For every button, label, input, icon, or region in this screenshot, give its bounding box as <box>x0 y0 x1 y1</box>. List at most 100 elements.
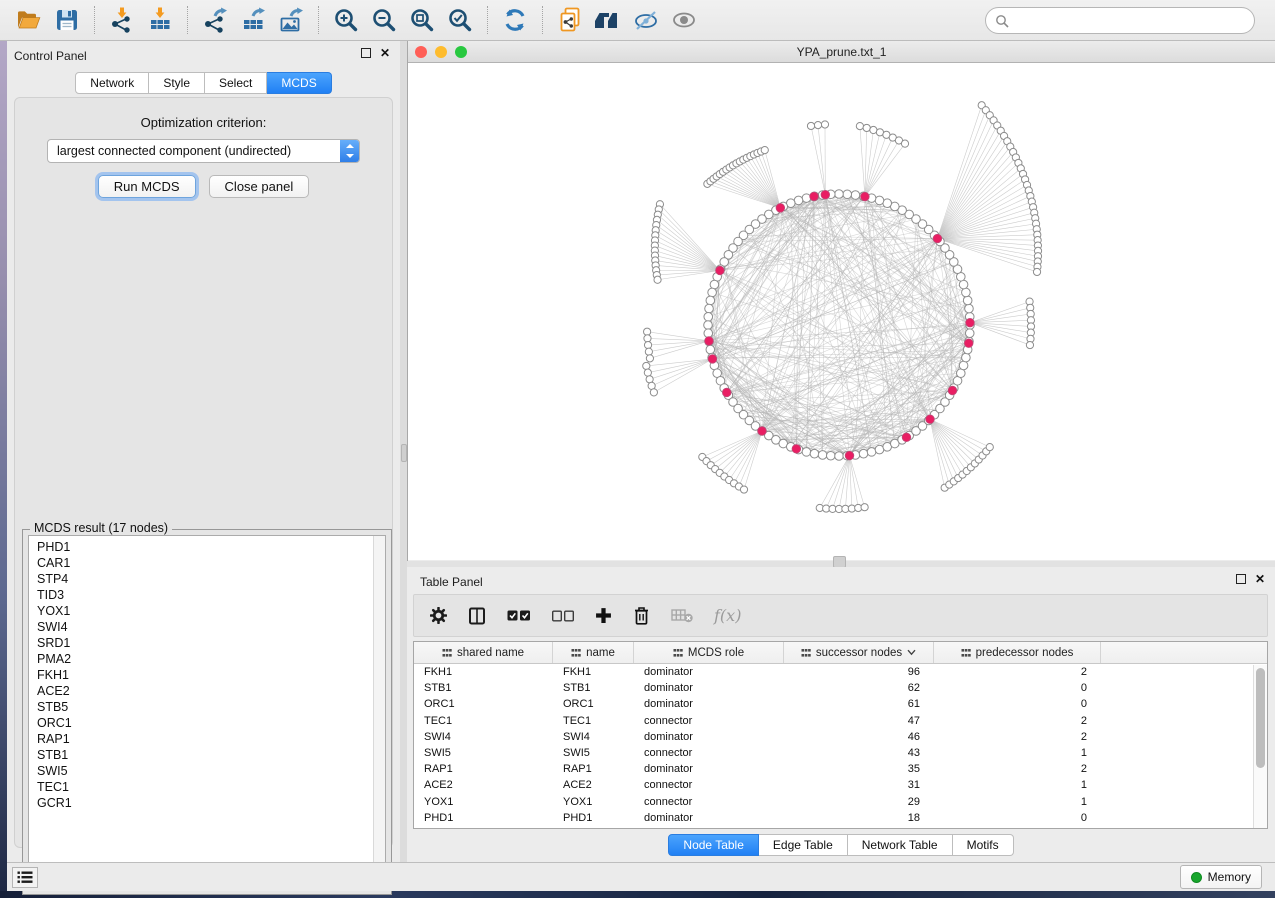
table-tab-node-table[interactable]: Node Table <box>668 834 759 856</box>
hide-selected-eye-icon[interactable] <box>630 4 662 36</box>
result-item[interactable]: ACE2 <box>29 683 385 699</box>
table-row[interactable]: FKH1FKH1dominator962 <box>414 664 1267 680</box>
gear-icon[interactable] <box>430 607 447 624</box>
search-input[interactable] <box>1014 11 1254 31</box>
show-columns-icon[interactable] <box>468 607 486 625</box>
column-header-name[interactable]: name <box>553 642 634 663</box>
close-table-panel-icon[interactable]: ✕ <box>1255 574 1265 584</box>
export-image-icon[interactable] <box>275 4 307 36</box>
float-panel-icon[interactable] <box>361 48 371 58</box>
cell-successor_nodes: 31 <box>784 779 934 791</box>
column-header-predecessor-nodes[interactable]: predecessor nodes <box>934 642 1101 663</box>
memory-label: Memory <box>1208 870 1251 884</box>
column-header-shared-name[interactable]: shared name <box>414 642 553 663</box>
float-table-panel-icon[interactable] <box>1236 574 1246 584</box>
column-header-successor-nodes[interactable]: successor nodes <box>784 642 934 663</box>
result-item[interactable]: PMA2 <box>29 651 385 667</box>
zoom-fit-icon[interactable] <box>406 4 438 36</box>
close-panel-button[interactable]: Close panel <box>209 175 310 198</box>
tab-network[interactable]: Network <box>75 72 149 94</box>
table-scrollbar-thumb[interactable] <box>1256 668 1265 768</box>
minimize-window-icon[interactable] <box>435 46 447 58</box>
table-scrollbar[interactable] <box>1253 665 1267 828</box>
result-item[interactable]: SWI5 <box>29 763 385 779</box>
select-all-rows-icon[interactable] <box>507 609 531 622</box>
result-item[interactable]: FKH1 <box>29 667 385 683</box>
mcds-result-list[interactable]: PHD1CAR1STP4TID3YOX1SWI4SRD1PMA2FKH1ACE2… <box>28 535 386 889</box>
result-item[interactable]: GCR1 <box>29 795 385 811</box>
export-network-icon[interactable] <box>199 4 231 36</box>
result-item[interactable]: SWI4 <box>29 619 385 635</box>
memory-button[interactable]: Memory <box>1180 865 1262 889</box>
zoom-in-icon[interactable] <box>330 4 362 36</box>
result-item[interactable]: STP4 <box>29 571 385 587</box>
refresh-icon[interactable] <box>499 4 531 36</box>
table-tab-edge-table[interactable]: Edge Table <box>759 834 848 856</box>
table-row[interactable]: ORC1ORC1dominator610 <box>414 696 1267 712</box>
save-session-icon[interactable] <box>51 4 83 36</box>
close-window-icon[interactable] <box>415 46 427 58</box>
cell-successor_nodes: 96 <box>784 666 934 678</box>
criterion-select[interactable]: largest connected component (undirected) <box>47 139 360 163</box>
delete-table-icon[interactable] <box>671 608 693 623</box>
result-item[interactable]: STB5 <box>29 699 385 715</box>
table-row[interactable]: YOX1YOX1connector291 <box>414 794 1267 810</box>
zoom-selected-icon[interactable] <box>444 4 476 36</box>
column-header-label: MCDS role <box>688 647 744 659</box>
table-row[interactable]: SWI4SWI4dominator462 <box>414 729 1267 745</box>
import-network-icon[interactable] <box>106 4 138 36</box>
task-history-icon[interactable] <box>12 867 38 888</box>
cell-shared_name: ORC1 <box>414 698 553 710</box>
tab-style[interactable]: Style <box>149 72 205 94</box>
table-row[interactable]: SWI5SWI5connector431 <box>414 745 1267 761</box>
cell-shared_name: YOX1 <box>414 796 553 808</box>
table-row[interactable]: TEC1TEC1connector472 <box>414 713 1267 729</box>
table-row[interactable]: ACE2ACE2connector311 <box>414 777 1267 793</box>
open-file-icon[interactable] <box>13 4 45 36</box>
import-table-icon[interactable] <box>144 4 176 36</box>
result-item[interactable]: YOX1 <box>29 603 385 619</box>
global-search[interactable] <box>985 7 1255 34</box>
column-header-label: shared name <box>457 647 524 659</box>
cell-predecessor_nodes: 1 <box>934 747 1101 759</box>
cell-shared_name: STB1 <box>414 682 553 694</box>
column-type-icon <box>673 648 683 658</box>
close-panel-icon[interactable]: ✕ <box>380 48 390 58</box>
find-icon[interactable] <box>592 4 624 36</box>
network-titlebar[interactable]: YPA_prune.txt_1 <box>408 41 1275 63</box>
show-hidden-eye-icon[interactable] <box>668 4 700 36</box>
network-canvas[interactable] <box>408 63 1275 560</box>
function-builder-icon[interactable]: f(x) <box>714 606 741 625</box>
result-item[interactable]: TID3 <box>29 587 385 603</box>
column-header-empty <box>1101 642 1267 663</box>
table-tab-motifs[interactable]: Motifs <box>953 834 1014 856</box>
tab-mcds[interactable]: MCDS <box>267 72 331 94</box>
table-row[interactable]: RAP1RAP1dominator352 <box>414 761 1267 777</box>
table-tab-network-table[interactable]: Network Table <box>848 834 953 856</box>
result-item[interactable]: PHD1 <box>29 536 385 555</box>
result-item[interactable]: CAR1 <box>29 555 385 571</box>
result-item[interactable]: RAP1 <box>29 731 385 747</box>
zoom-out-icon[interactable] <box>368 4 400 36</box>
table-row[interactable]: PHD1PHD1dominator180 <box>414 810 1267 826</box>
export-table-icon[interactable] <box>237 4 269 36</box>
table-row[interactable]: STB1STB1dominator620 <box>414 680 1267 696</box>
cell-shared_name: FKH1 <box>414 666 553 678</box>
result-list-scrollbar[interactable] <box>373 536 385 888</box>
result-item[interactable]: SRD1 <box>29 635 385 651</box>
column-type-icon <box>801 648 811 658</box>
column-header-MCDS-role[interactable]: MCDS role <box>634 642 784 663</box>
run-mcds-button[interactable]: Run MCDS <box>98 175 196 198</box>
add-column-icon[interactable] <box>595 607 612 624</box>
search-icon <box>995 14 1009 28</box>
result-item[interactable]: ORC1 <box>29 715 385 731</box>
deselect-all-rows-icon[interactable] <box>552 610 574 622</box>
result-item[interactable]: TEC1 <box>29 779 385 795</box>
clone-network-icon[interactable] <box>554 4 586 36</box>
result-item[interactable]: STB1 <box>29 747 385 763</box>
tab-select[interactable]: Select <box>205 72 267 94</box>
trash-icon[interactable] <box>633 606 650 625</box>
maximize-window-icon[interactable] <box>455 46 467 58</box>
column-type-icon <box>961 648 971 658</box>
table-panel: Table Panel ✕ <box>407 567 1275 862</box>
